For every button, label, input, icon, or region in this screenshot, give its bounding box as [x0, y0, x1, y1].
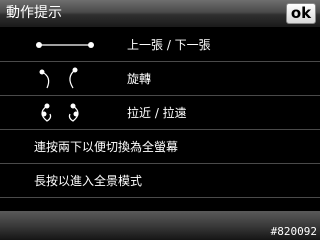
zoom-label: 拉近 / 拉遠: [127, 106, 187, 120]
rotate-label: 旋轉: [127, 72, 152, 86]
pinch-zoom-icon: [41, 103, 79, 122]
swipe-label: 上一張 / 下一張: [127, 38, 211, 52]
rotate-gesture-icon: [39, 67, 78, 89]
serial-number: #820092: [270, 225, 317, 238]
list-item-swipe: 上一張 / 下一張: [0, 28, 320, 62]
bottom-bar: #820092: [0, 211, 320, 240]
swipe-horizontal-icon: [36, 42, 94, 48]
double-tap-label: 連按兩下以便切換為全螢幕: [34, 140, 179, 154]
ok-button[interactable]: ok: [286, 3, 316, 24]
gesture-hint-list: 上一張 / 下一張 旋轉 拉近 / 拉遠 連按兩下以便切換為全螢幕 長按以進入全…: [0, 28, 320, 198]
title-bar: 動作提示 ok: [0, 0, 320, 28]
list-item-zoom: 拉近 / 拉遠: [0, 96, 320, 130]
list-item-double-tap: 連按兩下以便切換為全螢幕: [0, 130, 320, 164]
page-title: 動作提示: [6, 5, 62, 21]
long-press-label: 長按以進入全景模式: [34, 174, 143, 188]
list-item-long-press: 長按以進入全景模式: [0, 164, 320, 198]
list-item-rotate: 旋轉: [0, 62, 320, 96]
